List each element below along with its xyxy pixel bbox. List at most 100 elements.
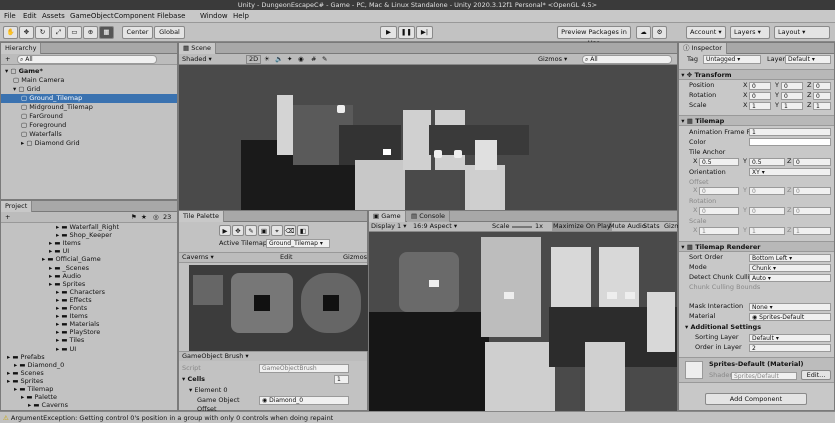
tag-dropdown[interactable]: Untagged ▾ [703, 55, 761, 64]
fill-icon[interactable]: ◧ [297, 225, 309, 236]
add-component-button[interactable]: Add Component [705, 393, 807, 405]
game-object-field[interactable]: ◉ Diamond_0 [259, 396, 349, 405]
hierarchy-item[interactable]: ▾ ▢ Game* [1, 67, 177, 76]
rot-x-field[interactable]: 0 [749, 92, 771, 100]
hierarchy-item[interactable]: ▢ Midground_Tilemap [1, 103, 177, 112]
menu-edit[interactable]: Edit [23, 12, 37, 20]
menu-window[interactable]: Window [200, 12, 228, 20]
scale-z-field[interactable]: 1 [813, 102, 831, 110]
tab-console[interactable]: ▤ Console [407, 211, 451, 222]
mask-interaction-dropdown[interactable]: None ▾ [749, 303, 831, 311]
pos-y-field[interactable]: 0 [781, 82, 803, 90]
collab-icon[interactable]: ☁ [636, 26, 651, 39]
hierarchy-item[interactable]: ▢ Ground_Tilemap [1, 94, 177, 103]
stats-toggle[interactable]: Stats [643, 222, 660, 231]
tab-tile-palette[interactable]: Tile Palette [179, 211, 224, 222]
additional-settings-foldout[interactable]: ▾ Additional Settings [685, 323, 761, 332]
scale-tool-icon[interactable]: ⤢ [51, 26, 66, 39]
hidden-icon[interactable]: ◉ [298, 55, 304, 64]
scale-x-field[interactable]: 1 [749, 102, 771, 110]
star-icon[interactable]: ★ [141, 213, 147, 222]
move-icon[interactable]: ✥ [232, 225, 244, 236]
hierarchy-item[interactable]: ▢ Waterfalls [1, 130, 177, 139]
services-icon[interactable]: ⚙ [652, 26, 667, 39]
2d-toggle[interactable]: 2D [246, 55, 262, 64]
pause-icon[interactable]: ❚❚ [398, 26, 415, 39]
step-icon[interactable]: ▶| [416, 26, 433, 39]
add-button[interactable]: + [5, 55, 10, 64]
brush-dropdown[interactable]: GameObject Brush ▾ [182, 352, 249, 361]
palette-dropdown[interactable]: Caverns ▾ [182, 253, 214, 262]
grid-icon[interactable]: # [311, 55, 316, 64]
orientation-dropdown[interactable]: XY ▾ [749, 168, 831, 176]
shading-dropdown[interactable]: Shaded ▾ [182, 55, 212, 64]
move-tool-icon[interactable]: ✥ [19, 26, 34, 39]
custom-tool-icon[interactable]: ▦ [99, 26, 114, 39]
scene-search-input[interactable]: ⌕ All [582, 55, 672, 64]
anim-rate-field[interactable]: 1 [749, 128, 831, 136]
anchor-x-field[interactable]: 0.5 [699, 158, 739, 166]
paint-brush-icon[interactable]: ✎ [245, 225, 257, 236]
tools-icon[interactable]: ✎ [322, 55, 327, 64]
select-tool-icon[interactable]: ▶ [219, 225, 231, 236]
project-folder-item[interactable]: ▸ ▬ Caverns [1, 401, 177, 410]
cells-count-field[interactable]: 1 [334, 375, 349, 384]
menu-help[interactable]: Help [233, 12, 249, 20]
hierarchy-item[interactable]: ▸ ▢ Diamond Grid [1, 139, 177, 148]
picker-icon[interactable]: ⌖ [271, 225, 283, 236]
mute-toggle[interactable]: Mute Audio [609, 222, 646, 231]
audio-icon[interactable]: 🔈 [275, 55, 283, 64]
rotate-tool-icon[interactable]: ↻ [35, 26, 50, 39]
palette-edit-button[interactable]: Edit [280, 253, 293, 262]
layout-dropdown[interactable]: Layout ▾ [774, 26, 830, 39]
tab-game[interactable]: ▣ Game [369, 211, 406, 222]
aspect-dropdown[interactable]: 16:9 Aspect ▾ [413, 222, 457, 231]
pos-x-field[interactable]: 0 [749, 82, 771, 90]
anchor-z-field[interactable]: 0 [793, 158, 831, 166]
sorting-layer-dropdown[interactable]: Default ▾ [749, 334, 831, 342]
renderer-header[interactable]: ▾ ▦ Tilemap Renderer [679, 241, 834, 252]
hierarchy-item[interactable]: ▢ FarGround [1, 112, 177, 121]
hierarchy-item[interactable]: ▢ Foreground [1, 121, 177, 130]
sort-order-dropdown[interactable]: Bottom Left ▾ [749, 254, 831, 262]
hierarchy-item[interactable]: ▢ Main Camera [1, 76, 177, 85]
account-dropdown[interactable]: Account ▾ [686, 26, 726, 39]
pivot-center-button[interactable]: Center [122, 26, 153, 39]
element-0-foldout[interactable]: ▾ Element 0 [189, 386, 227, 395]
palette-gizmos-toggle[interactable]: Gizmos [343, 253, 367, 262]
tab-hierarchy[interactable]: Hierarchy [1, 43, 42, 54]
menu-assets[interactable]: Assets [42, 12, 65, 20]
rect-tool-icon[interactable]: ▭ [67, 26, 82, 39]
eraser-icon[interactable]: ⌫ [284, 225, 296, 236]
menu-filebase[interactable]: Filebase [157, 12, 185, 20]
palette-tile-1[interactable] [193, 275, 223, 305]
tab-scene[interactable]: ▦ Scene [179, 43, 217, 54]
shader-edit-button[interactable]: Edit... [801, 370, 831, 380]
detect-culling-dropdown[interactable]: Auto ▾ [749, 274, 831, 282]
layers-dropdown[interactable]: Layers ▾ [730, 26, 770, 39]
palette-tile-2[interactable] [231, 273, 293, 333]
color-field[interactable] [749, 138, 831, 146]
lighting-icon[interactable]: ☀ [264, 55, 270, 64]
material-field[interactable]: ◉ Sprites-Default [749, 313, 831, 321]
tilemap-header[interactable]: ▾ ▦ Tilemap [679, 115, 834, 126]
menu-gameobject[interactable]: GameObject [70, 12, 114, 20]
scale-slider[interactable] [512, 226, 532, 228]
pos-z-field[interactable]: 0 [813, 82, 831, 90]
transform-tool-icon[interactable]: ⊕ [83, 26, 98, 39]
project-add-button[interactable]: + [5, 213, 10, 222]
effects-icon[interactable]: ✦ [287, 55, 292, 64]
box-fill-icon[interactable]: ▣ [258, 225, 270, 236]
rot-y-field[interactable]: 0 [781, 92, 803, 100]
maximize-toggle[interactable]: Maximize On Play [552, 222, 612, 231]
status-bar[interactable]: ⚠ ArgumentException: Getting control 0's… [0, 411, 835, 423]
hierarchy-item[interactable]: ▾ ▢ Grid [1, 85, 177, 94]
layer-dropdown[interactable]: Default ▾ [785, 55, 831, 64]
preview-packages-button[interactable]: Preview Packages in Use [557, 26, 631, 47]
hierarchy-search-input[interactable]: ⌕ All [17, 55, 157, 64]
menu-file[interactable]: File [4, 12, 16, 20]
rot-z-field[interactable]: 0 [813, 92, 831, 100]
game-viewport[interactable] [369, 232, 677, 411]
anchor-y-field[interactable]: 0.5 [749, 158, 785, 166]
hand-tool-icon[interactable]: ✋ [3, 26, 18, 39]
